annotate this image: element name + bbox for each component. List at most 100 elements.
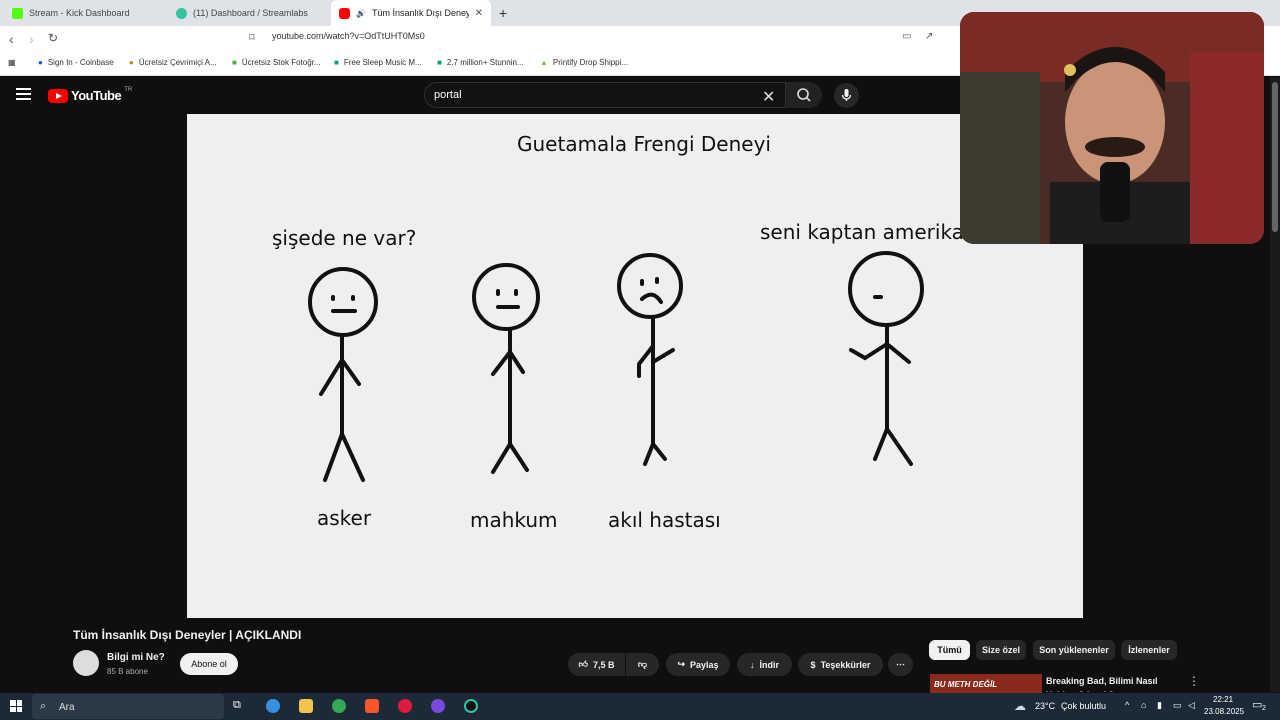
stick-figure-head (308, 267, 378, 337)
chevron-up-icon[interactable]: ^ (1125, 700, 1129, 710)
search-icon (797, 88, 811, 102)
dislike-button[interactable]: 👎︎ (626, 653, 659, 676)
obs-icon[interactable] (464, 699, 478, 713)
address-bar[interactable]: youtube.com/watch?v=OdTtUHT0Ms0 (272, 31, 425, 41)
microphone-icon[interactable]: ▮ (1157, 700, 1162, 711)
bookmark-item[interactable]: ■ Free Sleep Music M... (334, 58, 422, 67)
share-icon: ↪ (677, 659, 685, 669)
chip-recent[interactable]: Son yüklenenler (1033, 640, 1115, 660)
streamlabs-icon (176, 7, 187, 19)
like-count: 7,5 B (592, 659, 615, 670)
like-button[interactable]: 👍︎ 7,5 B (568, 653, 625, 676)
share-icon[interactable]: ↗ (925, 31, 933, 42)
stick-figure-head (848, 251, 924, 327)
speaker-icon: 🔊 (356, 8, 366, 18)
notification-count: 2 (1262, 705, 1266, 712)
video-player[interactable]: Guetamala Frengi Deneyi şişede ne var? s… (187, 114, 1083, 618)
tab-streamlabs[interactable]: (11) Dashboard / Streamlabs (168, 0, 330, 26)
figure-label: akıl hastası (608, 508, 721, 532)
network-icon[interactable]: ⌂ (1141, 700, 1146, 710)
region-code: TR (124, 86, 133, 93)
chat-app-icon[interactable] (431, 699, 445, 713)
thanks-button[interactable]: $ Teşekkürler (798, 653, 883, 676)
tab-label: (11) Dashboard / Streamlabs (193, 8, 308, 18)
more-icon: ⋯ (896, 659, 905, 669)
scrollbar-thumb[interactable] (1272, 82, 1278, 232)
share-button[interactable]: ↪ Paylaş (666, 653, 730, 676)
volume-icon[interactable]: ◁ (1188, 700, 1195, 711)
cloud-icon: ☁ (1014, 699, 1026, 713)
tab-label: Stream - Kick Dashboard (29, 8, 130, 18)
media-player-icon[interactable] (398, 699, 412, 713)
back-icon[interactable]: ‹ (9, 31, 14, 47)
webcam-feed-image (960, 12, 1264, 244)
search-query: portal (434, 89, 462, 101)
channel-name[interactable]: Bilgi mi Ne? (107, 652, 165, 663)
copilot-icon[interactable] (266, 699, 280, 713)
search-button[interactable] (786, 82, 822, 108)
reload-icon[interactable]: ↻ (48, 31, 58, 45)
battery-icon[interactable]: ▭ (1173, 700, 1182, 711)
weather-description[interactable]: Çok bulutlu (1061, 701, 1106, 711)
notification-icon[interactable]: ▭ (1252, 698, 1262, 711)
cast-icon[interactable]: ▭ (902, 31, 911, 42)
thumbs-up-icon: 👍︎ (578, 659, 588, 669)
youtube-wordmark: YouTube (71, 88, 122, 103)
more-vert-icon[interactable]: ⋮ (1188, 674, 1200, 688)
new-tab-icon[interactable]: + (499, 5, 507, 21)
close-tab-icon[interactable]: ✕ (475, 8, 483, 19)
figure-label: mahkum (470, 508, 558, 532)
thanks-label: Teşekkürler (820, 659, 871, 670)
search-icon: ⌕ (40, 700, 47, 712)
bookmark-item[interactable]: ▲ Printify Drop Shippi... (540, 58, 628, 67)
taskbar-search-placeholder: Ara (59, 702, 75, 713)
file-explorer-icon[interactable] (299, 699, 313, 713)
youtube-play-icon (48, 88, 68, 103)
microphone-icon (841, 89, 852, 101)
windows-start-icon[interactable] (10, 700, 22, 712)
tab-youtube-active[interactable]: 🔊 Tüm İnsanlık Dışı Deneyler | AÇIKLANDI… (331, 0, 491, 26)
task-view-icon[interactable]: ⧉ (233, 699, 247, 713)
bookmark-item[interactable]: ■ Ücretsiz Stok Fotoğr... (232, 58, 321, 67)
bookmark-item[interactable]: ■ 2.7 million+ Stunnin... (437, 58, 524, 67)
menu-icon[interactable] (16, 88, 31, 100)
subscribe-button[interactable]: Abone ol (180, 653, 238, 675)
webcam-overlay (960, 12, 1264, 244)
avatar[interactable] (73, 650, 99, 676)
more-actions-button[interactable]: ⋯ (888, 653, 913, 676)
clear-search-icon[interactable]: ✕ (762, 87, 775, 107)
brave-icon[interactable] (365, 699, 379, 713)
forward-icon[interactable]: › (29, 31, 34, 47)
share-label: Paylaş (690, 659, 719, 670)
clock-date[interactable]: 23.08.2025 (1204, 707, 1244, 716)
clock-time[interactable]: 22:21 (1213, 695, 1233, 704)
recommendation-title[interactable]: Breaking Bad, Bilimi Nasıl Yoldan Çıkard… (1046, 674, 1176, 692)
video-title: Tüm İnsanlık Dışı Deneyler | AÇIKLANDI (73, 628, 302, 642)
download-icon: ↓ (750, 659, 755, 670)
chip-all[interactable]: Tümü (929, 640, 970, 660)
youtube-icon (339, 7, 350, 19)
bookmark-item[interactable]: ● Ücretsiz Çevrimiçi A... (129, 58, 217, 67)
chip-for-you[interactable]: Size özel (976, 640, 1026, 660)
chip-watched[interactable]: İzlenenler (1121, 640, 1177, 660)
apps-icon[interactable]: ▦ (8, 58, 16, 67)
youtube-logo[interactable]: YouTube TR (48, 86, 133, 103)
chrome-icon[interactable] (332, 699, 346, 713)
download-button[interactable]: ↓ İndir (737, 653, 792, 676)
voice-search-button[interactable] (834, 83, 859, 108)
tab-kick-dashboard[interactable]: Stream - Kick Dashboard (4, 0, 170, 26)
subscriber-count: 85 B abone (107, 667, 148, 676)
bookmark-coinbase[interactable]: ● Sign In - Coinbase (38, 58, 114, 67)
stick-figures-drawing (308, 251, 924, 482)
thumbs-down-icon: 👎︎ (637, 659, 648, 669)
kick-icon (12, 7, 23, 19)
tab-label: Tüm İnsanlık Dışı Deneyler | AÇIKLANDI (371, 8, 469, 18)
stick-figure-head (617, 253, 683, 319)
stick-figure-head (472, 263, 540, 331)
figure-label: asker (317, 506, 372, 530)
search-input[interactable] (424, 82, 786, 108)
download-label: İndir (759, 659, 780, 670)
thanks-icon: $ (810, 659, 816, 670)
bookmark-icon[interactable]: ⌑ (249, 31, 255, 44)
weather-temperature[interactable]: 23°C (1035, 701, 1055, 711)
